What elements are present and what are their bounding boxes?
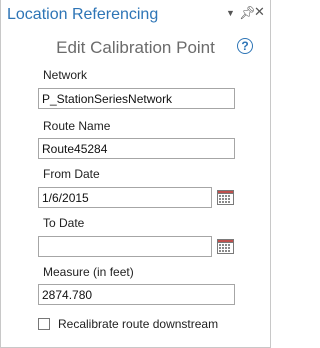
pane-title: Location Referencing [7, 6, 159, 23]
calendar-icon[interactable] [217, 238, 234, 254]
route-name-label: Route Name [43, 119, 111, 133]
form-heading: Edit Calibration Point [56, 38, 215, 57]
network-label: Network [43, 68, 88, 82]
to-date-field[interactable] [38, 236, 212, 257]
help-icon[interactable]: ? [237, 38, 253, 54]
calendar-icon[interactable] [217, 189, 234, 205]
pane-title-bar: Location Referencing ▼ 📌︎ ✕ [1, 0, 270, 32]
recalibrate-checkbox[interactable] [38, 318, 50, 330]
from-date-field[interactable] [38, 187, 212, 208]
recalibrate-label[interactable]: Recalibrate route downstream [58, 317, 218, 331]
close-icon[interactable]: ✕ [254, 4, 265, 20]
location-referencing-pane: Location Referencing ▼ 📌︎ ✕ Edit Calibra… [0, 0, 271, 348]
from-date-label: From Date [43, 167, 100, 181]
measure-field[interactable] [38, 284, 235, 305]
route-name-field[interactable] [38, 138, 235, 159]
dropdown-arrow-icon[interactable]: ▼ [226, 8, 235, 18]
measure-label: Measure (in feet) [43, 265, 134, 279]
network-field[interactable] [38, 88, 235, 109]
to-date-label: To Date [43, 216, 85, 230]
